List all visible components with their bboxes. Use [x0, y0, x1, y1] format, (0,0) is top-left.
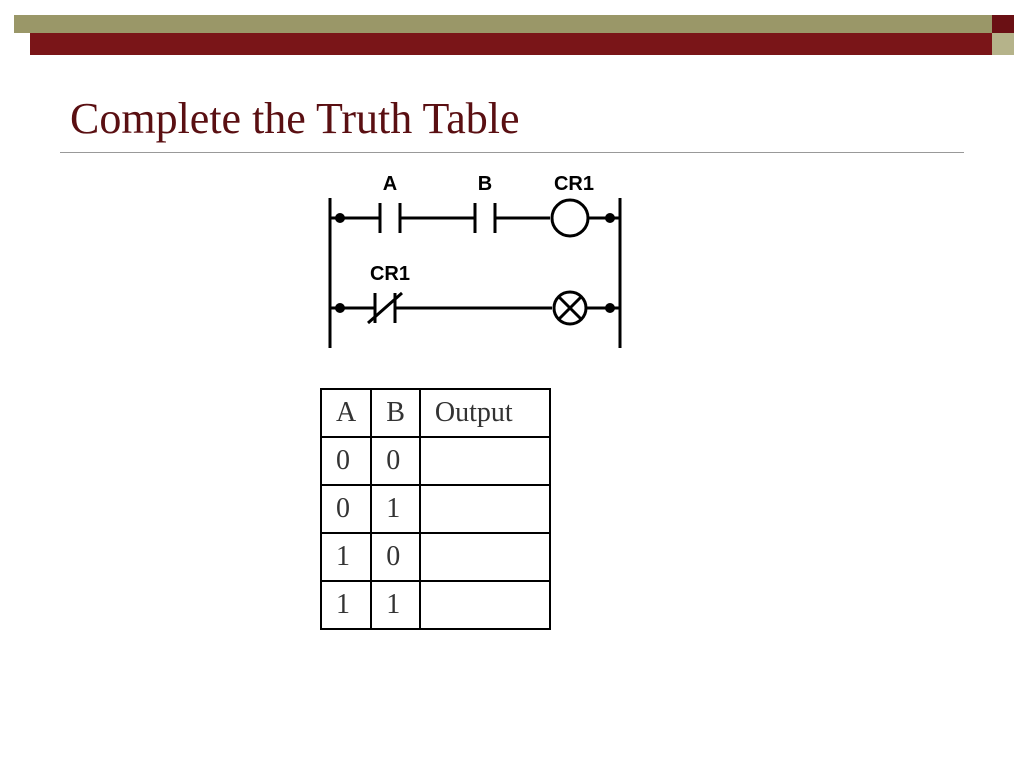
cell-output [420, 533, 550, 581]
cell-b: 1 [371, 485, 420, 533]
cell-a: 1 [321, 581, 371, 629]
cell-output [420, 437, 550, 485]
coil-cr1-label: CR1 [554, 173, 594, 195]
col-header-output: Output [420, 389, 550, 437]
decorative-top-border [0, 0, 1024, 58]
contact-b-label: B [478, 173, 492, 195]
ladder-logic-diagram: A B CR1 [320, 168, 964, 363]
col-header-b: B [371, 389, 420, 437]
contact-cr1-label: CR1 [370, 263, 410, 285]
cell-a: 0 [321, 485, 371, 533]
cell-a: 0 [321, 437, 371, 485]
contact-a-label: A [383, 173, 397, 195]
table-row: 1 0 [321, 533, 550, 581]
slide-title: Complete the Truth Table [60, 93, 964, 144]
table-row: 1 1 [321, 581, 550, 629]
cell-output [420, 485, 550, 533]
title-underline [60, 152, 964, 153]
cell-b: 1 [371, 581, 420, 629]
rung-1: A B CR1 [330, 173, 620, 236]
rung-2: CR1 [330, 263, 620, 324]
truth-table: A B Output 0 0 0 1 1 0 [320, 388, 964, 630]
cell-output [420, 581, 550, 629]
cell-a: 1 [321, 533, 371, 581]
col-header-a: A [321, 389, 371, 437]
cell-b: 0 [371, 437, 420, 485]
cell-b: 0 [371, 533, 420, 581]
table-header-row: A B Output [321, 389, 550, 437]
table-row: 0 1 [321, 485, 550, 533]
table-row: 0 0 [321, 437, 550, 485]
